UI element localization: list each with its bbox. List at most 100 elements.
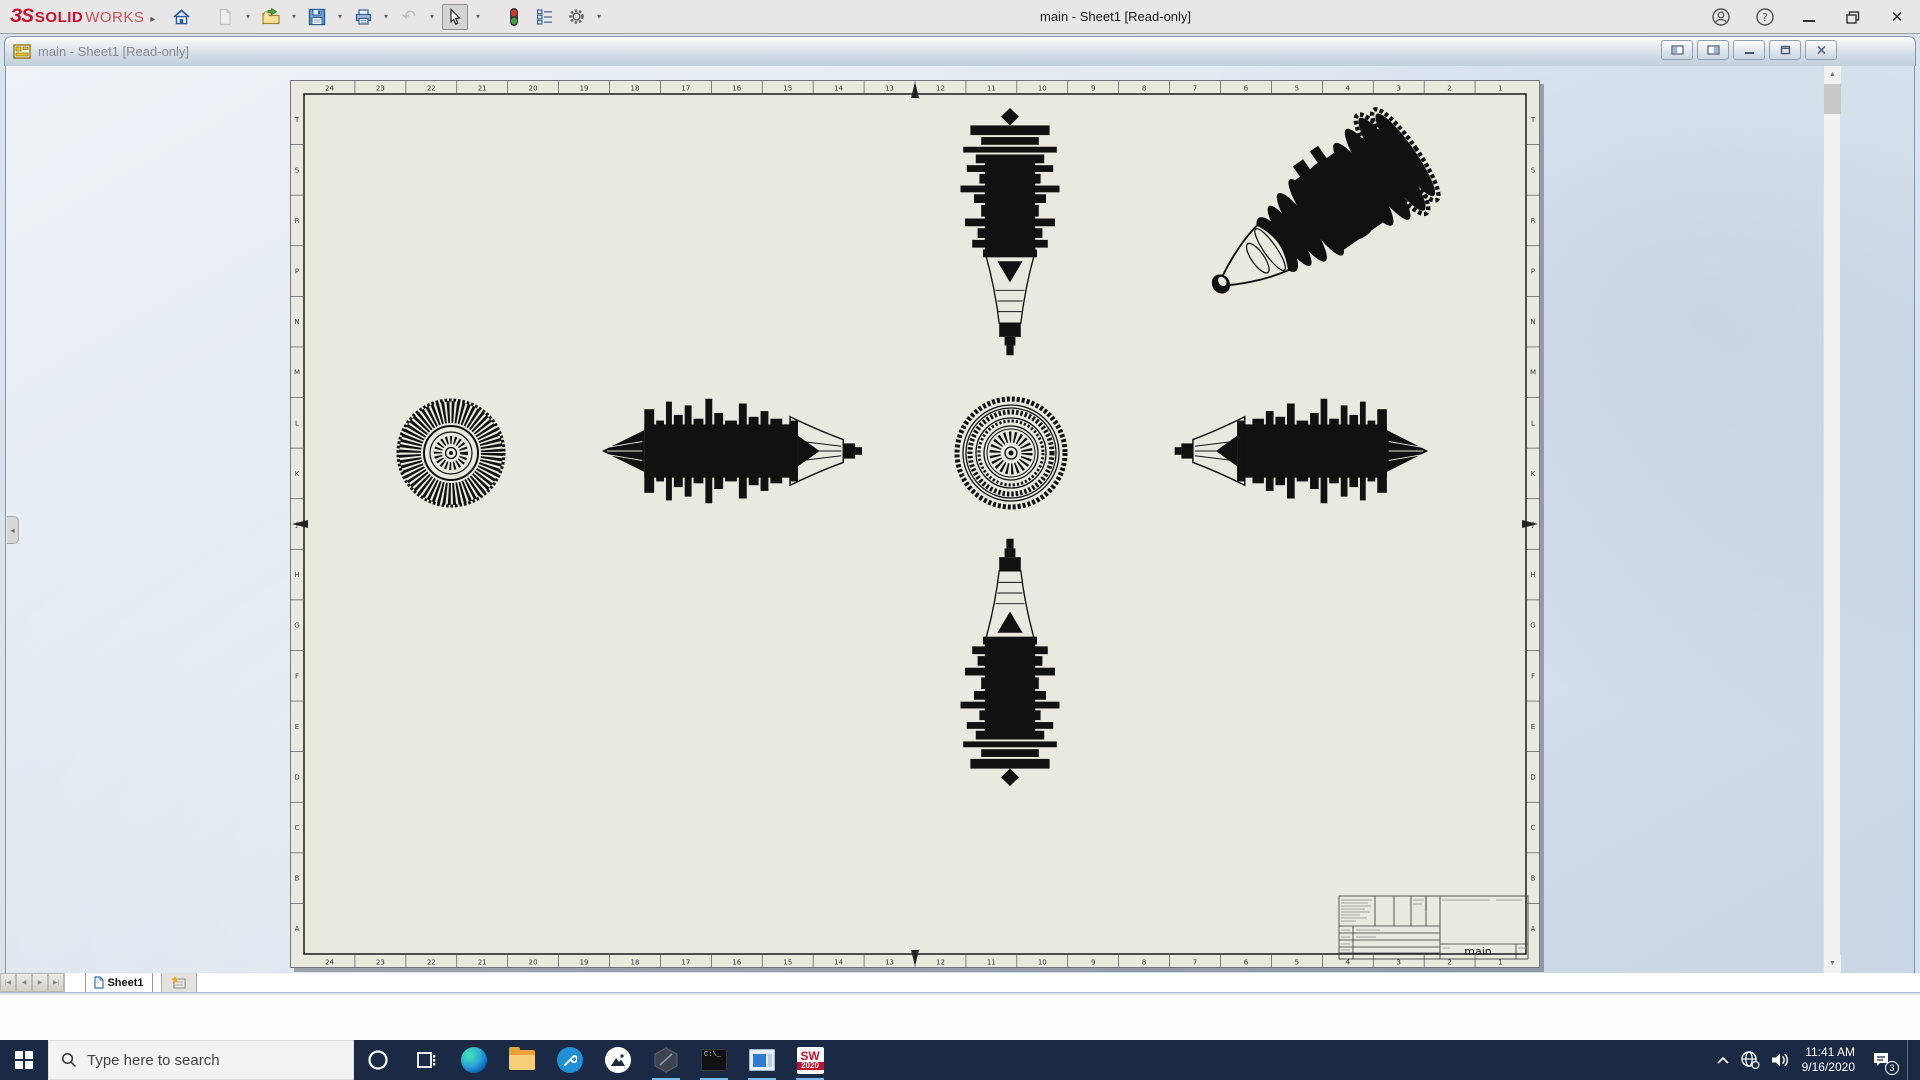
- save-dropdown[interactable]: ▾: [335, 12, 345, 21]
- tab-sheet1[interactable]: Sheet1: [85, 973, 153, 992]
- save-button[interactable]: [304, 4, 330, 30]
- solidworks-logo[interactable]: ЗS SOLID WORKS ▸: [0, 6, 150, 28]
- first-sheet-button[interactable]: |◀: [0, 973, 16, 992]
- svg-text:22: 22: [427, 959, 436, 967]
- svg-text:2: 2: [1447, 85, 1451, 93]
- svg-text:S: S: [1531, 166, 1536, 174]
- svg-text:13: 13: [885, 959, 894, 967]
- options-dropdown[interactable]: ▾: [594, 12, 604, 21]
- restore-button[interactable]: [1838, 2, 1868, 32]
- panel-flyout-tab[interactable]: ◂: [7, 516, 19, 544]
- taskbar-command-prompt[interactable]: [690, 1040, 738, 1080]
- undo-button[interactable]: ↶: [396, 4, 422, 30]
- task-view-button[interactable]: [402, 1040, 450, 1080]
- task-view-icon: [414, 1048, 438, 1072]
- document-title: main - Sheet1 [Read-only]: [5, 44, 189, 59]
- drawing-viewport[interactable]: 2424232322222121202019191818171716161515…: [5, 66, 1915, 973]
- last-sheet-button[interactable]: ▶|: [48, 973, 64, 992]
- svg-text:B: B: [1531, 875, 1536, 883]
- doc-close-button[interactable]: [1805, 40, 1837, 60]
- stoplight-icon: [508, 7, 520, 27]
- vertical-scroll-thumb[interactable]: [1824, 84, 1841, 114]
- doc-restore-button[interactable]: [1769, 40, 1801, 60]
- wrench-icon: [557, 1047, 583, 1073]
- taskbar-support-tool[interactable]: [546, 1040, 594, 1080]
- print-icon: [354, 8, 373, 26]
- network-globe-icon[interactable]: [1740, 1050, 1760, 1070]
- minimize-button[interactable]: [1794, 2, 1824, 32]
- svg-text:N: N: [1530, 318, 1535, 326]
- open-button[interactable]: [258, 4, 284, 30]
- select-tool-button[interactable]: [442, 4, 468, 30]
- taskbar-window-app[interactable]: [738, 1040, 786, 1080]
- account-button[interactable]: [1706, 2, 1736, 32]
- close-icon: ✕: [1891, 8, 1904, 26]
- search-input[interactable]: [87, 1052, 327, 1069]
- doc-close-icon: [1816, 45, 1827, 55]
- svg-text:7: 7: [1193, 959, 1197, 967]
- quick-access-toolbar: ▾ ▾ ▾ ▾ ↶ ▾ ▾: [168, 4, 604, 30]
- home-icon: [172, 8, 191, 26]
- taskbar-search[interactable]: [48, 1040, 354, 1080]
- svg-text:24: 24: [325, 85, 334, 93]
- print-dropdown[interactable]: ▾: [381, 12, 391, 21]
- file-explorer-icon: [509, 1050, 535, 1070]
- svg-text:A: A: [1531, 925, 1536, 933]
- svg-text:R: R: [1531, 217, 1536, 225]
- clock-time: 11:41 AM: [1802, 1045, 1855, 1060]
- vertical-scrollbar[interactable]: ▲ ▼: [1823, 66, 1840, 973]
- svg-text:12: 12: [936, 85, 945, 93]
- cortana-button[interactable]: [354, 1040, 402, 1080]
- volume-icon[interactable]: [1770, 1051, 1790, 1069]
- prev-sheet-button[interactable]: ◀: [16, 973, 32, 992]
- svg-text:21: 21: [478, 959, 487, 967]
- svg-text:L: L: [295, 419, 299, 427]
- save-icon: [308, 8, 326, 26]
- doc-pane-right-button[interactable]: [1697, 40, 1729, 60]
- svg-text:8: 8: [1142, 85, 1146, 93]
- options-list-button[interactable]: [532, 4, 558, 30]
- svg-text:18: 18: [630, 85, 639, 93]
- open-dropdown[interactable]: ▾: [289, 12, 299, 21]
- taskbar-file-explorer[interactable]: [498, 1040, 546, 1080]
- notification-badge: 3: [1885, 1061, 1899, 1075]
- taskbar-solidworks[interactable]: SW 2020: [786, 1040, 834, 1080]
- taskbar-photos[interactable]: [594, 1040, 642, 1080]
- print-button[interactable]: [350, 4, 376, 30]
- doc-minimize-button[interactable]: [1733, 40, 1765, 60]
- doc-pane-left-button[interactable]: [1661, 40, 1693, 60]
- select-tool-dropdown[interactable]: ▾: [473, 12, 483, 21]
- svg-text:S: S: [295, 166, 300, 174]
- home-button[interactable]: [168, 4, 194, 30]
- scroll-down-button[interactable]: ▼: [1824, 955, 1841, 972]
- svg-text:15: 15: [783, 85, 792, 93]
- svg-text:P: P: [1531, 268, 1535, 276]
- brand-bold: SOLID: [35, 9, 83, 26]
- start-button[interactable]: [0, 1040, 48, 1080]
- add-sheet-button[interactable]: [161, 973, 197, 992]
- new-document-button[interactable]: [212, 4, 238, 30]
- action-center-button[interactable]: 3: [1867, 1040, 1897, 1080]
- svg-text:H: H: [294, 571, 299, 579]
- taskbar-clock[interactable]: 11:41 AM 9/16/2020: [1800, 1045, 1857, 1075]
- drawing-sheet[interactable]: 2424232322222121202019191818171716161515…: [290, 80, 1540, 968]
- scroll-up-button[interactable]: ▲: [1824, 66, 1841, 83]
- drawing-document-icon: [13, 44, 31, 59]
- show-desktop-button[interactable]: [1907, 1040, 1914, 1080]
- svg-text:16: 16: [732, 85, 741, 93]
- options-button[interactable]: [563, 4, 589, 30]
- tray-chevron-icon[interactable]: [1716, 1056, 1730, 1065]
- help-button[interactable]: ?: [1750, 2, 1780, 32]
- taskbar-hexagon-app[interactable]: [642, 1040, 690, 1080]
- select-cursor-icon: [446, 8, 464, 26]
- stoplight-button[interactable]: [501, 4, 527, 30]
- close-button[interactable]: ✕: [1882, 2, 1912, 32]
- undo-dropdown[interactable]: ▾: [427, 12, 437, 21]
- taskbar-edge[interactable]: [450, 1040, 498, 1080]
- brand-flyout-arrow-icon[interactable]: ▸: [150, 14, 155, 25]
- window-title: main - Sheet1 [Read-only]: [1040, 0, 1191, 34]
- next-sheet-button[interactable]: ▶: [32, 973, 48, 992]
- sheet-tab-bar: |◀ ◀ ▶ ▶| Sheet1: [0, 973, 1920, 993]
- new-document-dropdown[interactable]: ▾: [243, 12, 253, 21]
- svg-text:10: 10: [1038, 85, 1047, 93]
